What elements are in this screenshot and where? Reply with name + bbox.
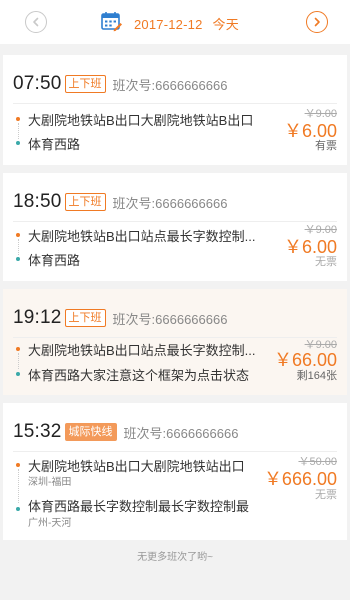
bus-number: 班次号:6666666666 <box>112 195 228 211</box>
origin-dot-icon <box>16 347 20 351</box>
origin-dot-icon <box>16 117 20 121</box>
trip-header: 18:50 上下班 班次号:6666666666 <box>13 191 227 213</box>
calendar-icon[interactable] <box>100 10 122 32</box>
destination-stop: 体育西路 <box>28 253 81 268</box>
origin-stop: 大剧院地铁站B出口站点最长字数控制... <box>28 229 256 244</box>
prev-day-button[interactable] <box>25 11 47 33</box>
route-line <box>17 469 19 503</box>
trip-header: 15:32 城际快线 班次号:6666666666 <box>13 421 238 443</box>
trip-type-tag: 城际快线 <box>64 423 117 441</box>
ticket-status: 无票 <box>315 256 337 268</box>
destination-dot-icon <box>16 372 20 376</box>
current-date: 2017-12-12 <box>134 17 203 32</box>
ticket-status: 无票 <box>315 489 337 501</box>
destination-dot-icon <box>16 257 20 261</box>
origin-dot-icon <box>16 463 20 467</box>
departure-time: 18:50 <box>13 191 62 212</box>
route-line <box>17 123 19 139</box>
chevron-left-icon <box>33 17 39 27</box>
bus-number: 班次号:6666666666 <box>112 77 228 93</box>
origin-city: 深圳-福田 <box>28 477 72 488</box>
divider <box>13 451 337 452</box>
origin-dot-icon <box>16 233 20 237</box>
destination-stop: 体育西路大家注意这个框架为点击状态 <box>28 368 250 383</box>
divider <box>13 221 337 222</box>
trip-type-tag: 上下班 <box>64 193 106 211</box>
origin-stop: 大剧院地铁站B出口大剧院地铁站B出口 <box>28 113 254 128</box>
destination-stop: 体育西路最长字数控制最长字数控制最 <box>28 499 250 514</box>
route-line <box>17 353 19 369</box>
departure-time: 07:50 <box>13 73 62 94</box>
chevron-right-icon <box>314 17 320 27</box>
trip-type-tag: 上下班 <box>64 309 106 327</box>
trip-card[interactable]: 18:50 上下班 班次号:6666666666 大剧院地铁站B出口站点最长字数… <box>3 173 347 281</box>
origin-stop: 大剧院地铁站B出口站点最长字数控制... <box>28 343 256 358</box>
departure-time: 19:12 <box>13 307 62 328</box>
trip-card[interactable]: 15:32 城际快线 班次号:6666666666 大剧院地铁站B出口大剧院地铁… <box>3 403 347 540</box>
next-day-button[interactable] <box>306 11 328 33</box>
ticket-status: 有票 <box>315 140 337 152</box>
trip-header: 07:50 上下班 班次号:6666666666 <box>13 73 227 95</box>
trip-header: 19:12 上下班 班次号:6666666666 <box>13 307 227 329</box>
divider <box>13 337 337 338</box>
departure-time: 15:32 <box>13 421 62 442</box>
date-label[interactable]: 2017-12-12 今天 <box>134 14 239 33</box>
trip-card[interactable]: 07:50 上下班 班次号:6666666666 大剧院地铁站B出口大剧院地铁站… <box>3 55 347 165</box>
destination-dot-icon <box>16 507 20 511</box>
divider <box>13 103 337 104</box>
bus-number: 班次号:6666666666 <box>123 425 239 441</box>
destination-city: 广州-天河 <box>28 518 72 529</box>
trip-type-tag: 上下班 <box>64 75 106 93</box>
destination-stop: 体育西路 <box>28 137 81 152</box>
day-label: 今天 <box>212 17 239 32</box>
ticket-status: 剩164张 <box>296 370 337 382</box>
bus-number: 班次号:6666666666 <box>112 311 228 327</box>
date-header: 2017-12-12 今天 <box>0 0 350 44</box>
no-more-trips-message: 无更多班次了哟~ <box>137 552 213 563</box>
route-line <box>17 239 19 255</box>
trip-card-pressed[interactable]: 19:12 上下班 班次号:6666666666 大剧院地铁站B出口站点最长字数… <box>3 289 347 395</box>
destination-dot-icon <box>16 141 20 145</box>
